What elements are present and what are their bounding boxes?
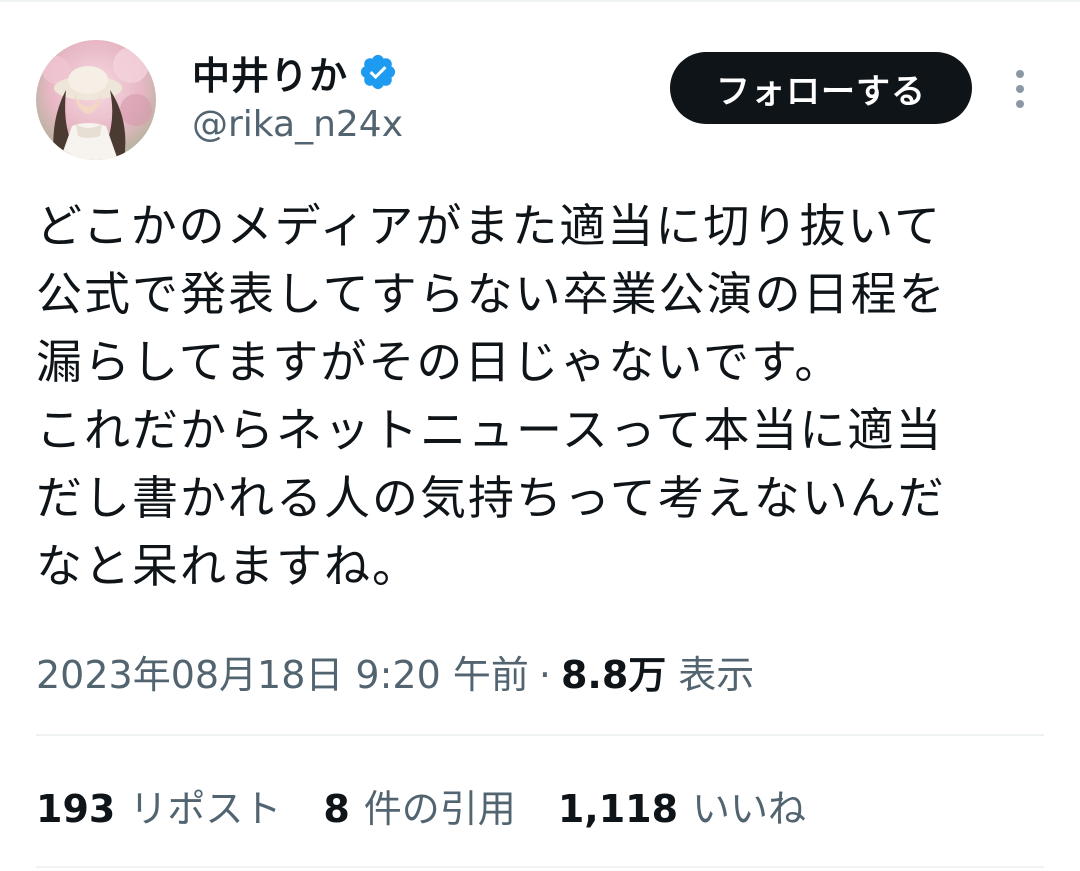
- divider: [36, 734, 1044, 736]
- tweet-date[interactable]: 2023年08月18日: [36, 644, 343, 699]
- tweet-time[interactable]: 9:20 午前: [355, 644, 528, 699]
- top-divider: [0, 0, 1080, 2]
- follow-button[interactable]: フォローする: [670, 52, 972, 124]
- repost-count: 193: [36, 787, 116, 831]
- avatar-image: [36, 40, 156, 160]
- like-label: いいね: [692, 787, 807, 831]
- like-stat[interactable]: 1,118 いいね: [558, 778, 806, 833]
- quote-stat[interactable]: 8 件の引用: [323, 778, 515, 833]
- engagement-stats: 193 リポスト 8 件の引用 1,118 いいね: [36, 778, 848, 833]
- repost-stat[interactable]: 193 リポスト: [36, 778, 281, 833]
- verified-badge-icon: [358, 52, 398, 92]
- display-name[interactable]: 中井りか: [192, 45, 348, 100]
- repost-label: リポスト: [129, 787, 282, 831]
- views-label: 表示: [678, 653, 755, 697]
- like-count: 1,118: [557, 787, 679, 831]
- divider: [36, 866, 1044, 868]
- quote-label: 件の引用: [363, 787, 516, 831]
- name-row: 中井りか: [192, 44, 403, 100]
- more-vertical-icon[interactable]: [1004, 68, 1036, 110]
- tweet-header: 中井りか @rika_n24x フォローする: [36, 40, 1044, 162]
- quote-count: 8: [323, 787, 350, 831]
- meta-separator: ·: [538, 653, 551, 697]
- tweet-text: どこかのメディアがまた適当に切り抜いて 公式で発表してすらない卒業公演の日程を …: [36, 199, 947, 593]
- tweet-meta: 2023年08月18日 9:20 午前 · 8.8万 表示: [36, 644, 754, 699]
- avatar[interactable]: [36, 40, 156, 160]
- user-handle[interactable]: @rika_n24x: [192, 104, 403, 145]
- user-info: 中井りか @rika_n24x: [192, 44, 403, 146]
- views-count: 8.8万: [560, 653, 667, 697]
